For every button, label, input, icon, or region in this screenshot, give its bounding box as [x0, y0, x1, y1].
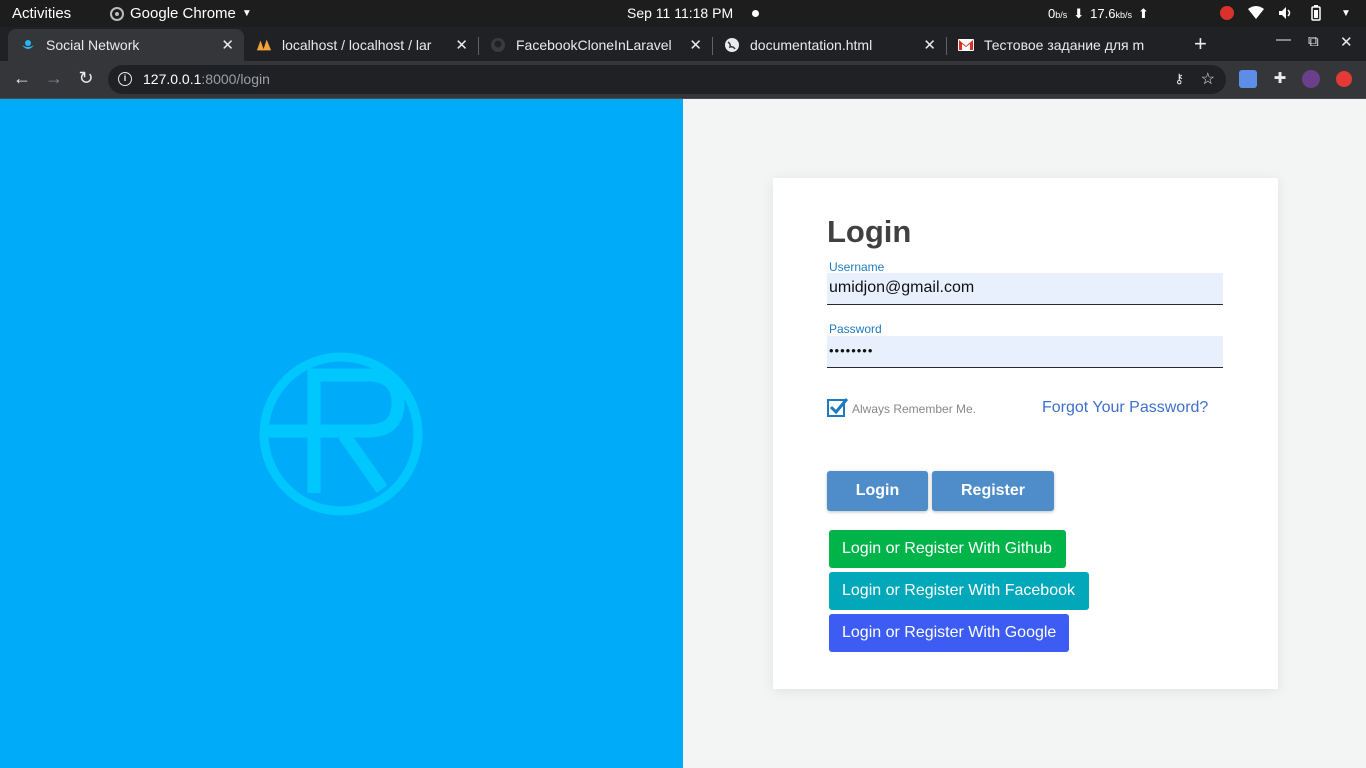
net-up-value: 17.6 — [1090, 6, 1116, 21]
browser-tab-strip: Social Network ✕ localhost / localhost /… — [0, 27, 1366, 78]
github-favicon-icon — [490, 37, 506, 53]
login-title: Login — [827, 214, 912, 249]
brand-panel — [0, 99, 683, 768]
globe-favicon-icon — [724, 37, 740, 53]
remember-label: Always Remember Me. — [852, 402, 977, 416]
gmail-favicon-icon — [958, 37, 974, 53]
tab-social-network[interactable]: Social Network ✕ — [8, 29, 244, 61]
tab-close-icon[interactable]: ✕ — [923, 36, 936, 54]
site-info-icon[interactable]: i — [118, 72, 132, 86]
username-input[interactable]: umidjon@gmail.com — [827, 273, 1223, 305]
clock[interactable]: Sep 11 11:18 PM — [627, 5, 733, 21]
chrome-icon — [110, 6, 124, 21]
remember-me[interactable]: Always Remember Me. — [827, 397, 976, 417]
tab-documentation[interactable]: documentation.html ✕ — [712, 29, 946, 61]
close-window-button[interactable]: ✕ — [1340, 33, 1353, 51]
google-login-button[interactable]: Login or Register With Google — [829, 614, 1069, 652]
power-menu-caret-icon[interactable]: ▼ — [1338, 5, 1354, 21]
back-arrow-icon[interactable]: ← — [11, 68, 33, 89]
net-up-unit: kb/s — [1115, 10, 1132, 20]
reload-icon[interactable]: ↻ — [75, 68, 97, 89]
new-tab-button[interactable]: + — [1194, 31, 1207, 57]
tab-title: Social Network — [46, 37, 140, 53]
url-text[interactable]: 127.0.0.1:8000/login — [143, 71, 270, 87]
restore-window-button[interactable]: ⧉ — [1308, 33, 1319, 50]
app-menu-label: Google Chrome — [130, 5, 236, 22]
bookmark-star-icon[interactable]: ☆ — [1201, 69, 1215, 89]
facebook-login-button[interactable]: Login or Register With Facebook — [829, 572, 1089, 610]
minimize-window-button[interactable]: — — [1276, 31, 1291, 48]
login-button[interactable]: Login — [827, 471, 928, 511]
login-panel: Login Username umidjon@gmail.com Passwor… — [683, 99, 1366, 768]
url-host: 127.0.0.1 — [143, 71, 202, 87]
net-down-unit: b/s — [1055, 10, 1068, 20]
tab-gmail[interactable]: Тестовое задание для m — [946, 29, 1180, 61]
forward-arrow-icon[interactable]: → — [43, 68, 65, 89]
username-label: Username — [829, 260, 885, 274]
login-card: Login Username umidjon@gmail.com Passwor… — [773, 178, 1278, 689]
tab-title: Тестовое задание для m — [984, 37, 1145, 53]
browser-toolbar: ← → ↻ i 127.0.0.1:8000/login ⚷ ☆ ✚ — [0, 61, 1366, 98]
forgot-password-link[interactable]: Forgot Your Password? — [1042, 399, 1208, 417]
update-alert-icon[interactable] — [1336, 71, 1352, 87]
address-bar[interactable]: i 127.0.0.1:8000/login ⚷ ☆ — [108, 65, 1226, 94]
notification-dot-icon — [752, 10, 759, 17]
volume-icon[interactable] — [1278, 5, 1294, 21]
social-network-favicon-icon — [20, 37, 36, 53]
network-speed-indicator[interactable]: 0b/s ⬇ 17.6kb/s ⬆ — [1048, 6, 1149, 22]
tab-title: documentation.html — [750, 37, 873, 53]
system-tray[interactable]: ▼ — [1220, 5, 1354, 21]
register-button[interactable]: Register — [932, 471, 1054, 511]
tab-phpmyadmin[interactable]: localhost / localhost / lar ✕ — [244, 29, 478, 61]
url-path: :8000/login — [201, 71, 270, 87]
key-icon[interactable]: ⚷ — [1174, 71, 1184, 87]
battery-icon[interactable] — [1308, 5, 1324, 21]
password-label: Password — [829, 322, 882, 336]
extensions-puzzle-icon[interactable]: ✚ — [1271, 70, 1289, 88]
upload-arrow-icon: ⬆ — [1137, 6, 1149, 21]
activities-button[interactable]: Activities — [12, 5, 71, 22]
tab-title: FacebookCloneInLaravel — [516, 37, 672, 53]
tab-title: localhost / localhost / lar — [282, 37, 432, 53]
password-input[interactable]: •••••••• — [827, 336, 1223, 368]
tab-close-icon[interactable]: ✕ — [689, 36, 702, 54]
dropdown-caret-icon: ▼ — [241, 8, 252, 19]
remember-checkbox-icon[interactable] — [827, 397, 849, 417]
web-page: Login Username umidjon@gmail.com Passwor… — [0, 99, 1366, 768]
phpmyadmin-favicon-icon — [256, 37, 272, 53]
wifi-icon[interactable] — [1248, 5, 1264, 21]
download-arrow-icon: ⬇ — [1073, 6, 1085, 21]
profile-avatar-icon[interactable] — [1302, 70, 1320, 88]
app-menu[interactable]: Google Chrome ▼ — [110, 5, 252, 22]
tab-close-icon[interactable]: ✕ — [221, 36, 234, 54]
tab-github[interactable]: FacebookCloneInLaravel ✕ — [478, 29, 712, 61]
google-translate-icon[interactable] — [1239, 70, 1257, 88]
system-top-bar: Activities Google Chrome ▼ Sep 11 11:18 … — [0, 0, 1366, 27]
registered-logo-icon — [259, 352, 423, 516]
tab-close-icon[interactable]: ✕ — [455, 36, 468, 54]
app-indicator-icon[interactable] — [1220, 6, 1234, 20]
github-login-button[interactable]: Login or Register With Github — [829, 530, 1066, 568]
